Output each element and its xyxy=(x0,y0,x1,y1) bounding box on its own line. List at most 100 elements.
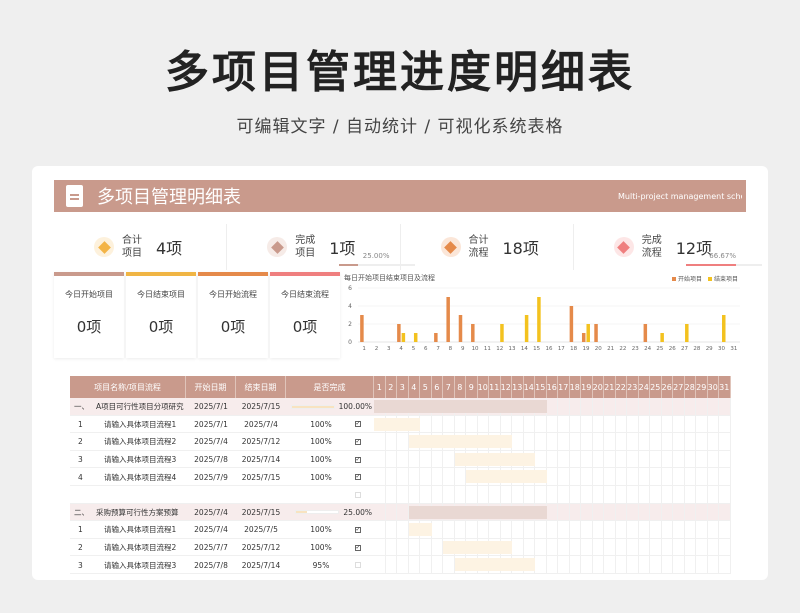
table-row[interactable] xyxy=(70,486,731,504)
end-date: 2025/7/15 xyxy=(241,402,281,412)
completion-percent: 100% xyxy=(310,437,332,447)
bar-end-project xyxy=(722,315,726,342)
bar-start-project xyxy=(594,324,598,342)
x-tick-label: 14 xyxy=(521,346,528,352)
done-checkbox[interactable] xyxy=(355,491,361,498)
table-row[interactable]: 3 请输入具体项目流程3 2025/7/8 2025/7/14 100% ✓ xyxy=(70,450,731,469)
x-tick-label: 24 xyxy=(644,346,651,352)
day-header: 19 xyxy=(581,376,593,398)
bar-start-project xyxy=(458,315,463,342)
end-date: 2025/7/14 xyxy=(241,560,281,570)
end-date: 2025/7/15 xyxy=(241,507,281,517)
bar-end-project xyxy=(586,324,590,342)
x-tick-label: 2 xyxy=(375,346,379,352)
table-row[interactable]: 2 请输入具体项目流程2 2025/7/4 2025/7/12 100% ✓ xyxy=(70,433,731,451)
day-header: 31 xyxy=(719,376,731,398)
done-checkbox[interactable] xyxy=(355,562,361,569)
table-row[interactable]: 4 请输入具体项目流程4 2025/7/9 2025/7/15 100% ✓ xyxy=(70,468,731,486)
bar-start-project xyxy=(360,315,364,342)
process-name: 请输入具体项目流程4 xyxy=(104,472,177,482)
day-header: 21 xyxy=(604,376,616,398)
table-row[interactable]: 3 请输入具体项目流程3 2025/7/8 2025/7/14 95% xyxy=(70,556,731,574)
x-tick-label: 26 xyxy=(669,346,676,352)
page-subtitle: 可编辑文字 / 自动统计 / 可视化系统表格 xyxy=(236,117,564,137)
document-icon xyxy=(66,185,83,207)
x-tick-label: 28 xyxy=(693,346,700,352)
kpi-card: 完成项目 1项 25.00% xyxy=(227,224,416,270)
x-tick-label: 16 xyxy=(546,346,553,352)
end-date: 2025/7/14 xyxy=(241,455,281,465)
project-row[interactable]: 一、 A项目可行性项目分项研究 2025/7/1 2025/7/15 100.00… xyxy=(70,398,731,416)
gantt-timeline xyxy=(374,398,731,416)
x-tick-label: 4 xyxy=(399,346,403,352)
y-tick-label: 0 xyxy=(348,339,352,346)
end-date xyxy=(236,486,286,504)
progress-percent: 100.00% xyxy=(338,402,372,412)
start-date: 2025/7/4 xyxy=(194,437,228,447)
process-name: 请输入具体项目流程3 xyxy=(104,560,177,570)
kpi-value: 1项 xyxy=(329,239,356,258)
x-tick-label: 25 xyxy=(656,346,663,352)
kpi-label: 合计项目 xyxy=(122,235,142,259)
x-tick-label: 20 xyxy=(595,346,602,352)
done-checkbox[interactable]: ✓ xyxy=(355,526,361,533)
x-tick-label: 21 xyxy=(607,346,614,352)
x-tick-label: 23 xyxy=(632,346,639,352)
y-tick-label: 6 xyxy=(348,285,352,292)
process-name: 请输入具体项目流程3 xyxy=(104,455,177,465)
start-date: 2025/7/7 xyxy=(194,543,228,553)
table-row[interactable]: 1 请输入具体项目流程1 2025/7/4 2025/7/5 100% ✓ xyxy=(70,521,731,539)
done-checkbox[interactable]: ✓ xyxy=(355,544,361,551)
kpi-value: 18项 xyxy=(502,239,539,258)
completion-percent: 95% xyxy=(312,560,330,570)
process-name: 请输入具体项目流程1 xyxy=(104,525,177,535)
row-number: 1 xyxy=(78,419,83,429)
y-tick-label: 2 xyxy=(348,321,352,328)
kpi-value: 4项 xyxy=(156,239,183,258)
bar-start-project xyxy=(397,324,401,342)
gantt-bar xyxy=(408,435,512,449)
completion-percent: 100% xyxy=(310,525,332,535)
diamond-icon xyxy=(613,237,634,257)
kpi-label: 完成流程 xyxy=(641,235,662,259)
gantt-timeline xyxy=(374,521,731,539)
x-tick-label: 27 xyxy=(681,346,688,352)
daily-chart: 每日开始项目结束项目及流程 开始项目 结束项目 0 2 4 6 1 2 3 4 5 6 7 8 9 10 1… xyxy=(344,272,746,358)
column-header: 项目名称/项目流程 xyxy=(70,376,186,398)
stat-value: 0项 xyxy=(220,318,246,336)
x-tick-label: 1 xyxy=(362,346,366,352)
day-header: 15 xyxy=(535,376,547,398)
completion-percent: 100% xyxy=(310,419,332,429)
stat-label: 今日结束流程 xyxy=(281,290,329,299)
column-header: 开始日期 xyxy=(186,376,236,398)
chart-plot: 02461 2 3 4 5 6 7 8 9 10 11 12 13 14 15 16 17 18 19 20 21 22 2… xyxy=(348,285,740,352)
bar-start-project xyxy=(643,324,648,342)
start-date: 2025/7/9 xyxy=(194,472,228,482)
x-tick-label: 9 xyxy=(461,346,465,352)
bar-end-project xyxy=(685,324,689,342)
x-tick-label: 13 xyxy=(509,346,516,352)
done-checkbox[interactable]: ✓ xyxy=(355,421,361,428)
end-date: 2025/7/5 xyxy=(244,525,278,535)
row-number: 3 xyxy=(78,560,83,570)
day-header: 11 xyxy=(489,376,501,398)
table-row[interactable]: 2 请输入具体项目流程2 2025/7/7 2025/7/12 100% ✓ xyxy=(70,538,731,557)
done-checkbox[interactable]: ✓ xyxy=(355,456,361,463)
stat-box: 今日结束流程 0项 xyxy=(270,272,340,358)
sheet-title: 多项目管理明细表 xyxy=(97,187,241,208)
gantt-timeline xyxy=(374,503,731,522)
bar-end-project xyxy=(500,324,504,342)
project-row[interactable]: 二、 采购预算可行性方案预算 2025/7/4 2025/7/15 25.00% xyxy=(70,503,731,522)
done-checkbox[interactable]: ✓ xyxy=(355,474,361,481)
row-number: 4 xyxy=(78,472,83,482)
start-date xyxy=(186,486,236,504)
x-tick-label: 10 xyxy=(472,346,479,352)
gantt-timeline xyxy=(374,450,731,469)
x-tick-label: 12 xyxy=(496,346,503,352)
row-number: 二、 xyxy=(74,507,89,517)
kpi-row: 合计项目 4项 完成项目 1项 25.00% 合计流程 18项 完成流程 12项… xyxy=(54,224,762,270)
end-date: 2025/7/15 xyxy=(241,472,281,482)
done-checkbox[interactable]: ✓ xyxy=(355,438,361,445)
table-row[interactable]: 1 请输入具体项目流程1 2025/7/1 2025/7/4 100% ✓ xyxy=(70,415,731,434)
diamond-icon xyxy=(267,237,288,257)
